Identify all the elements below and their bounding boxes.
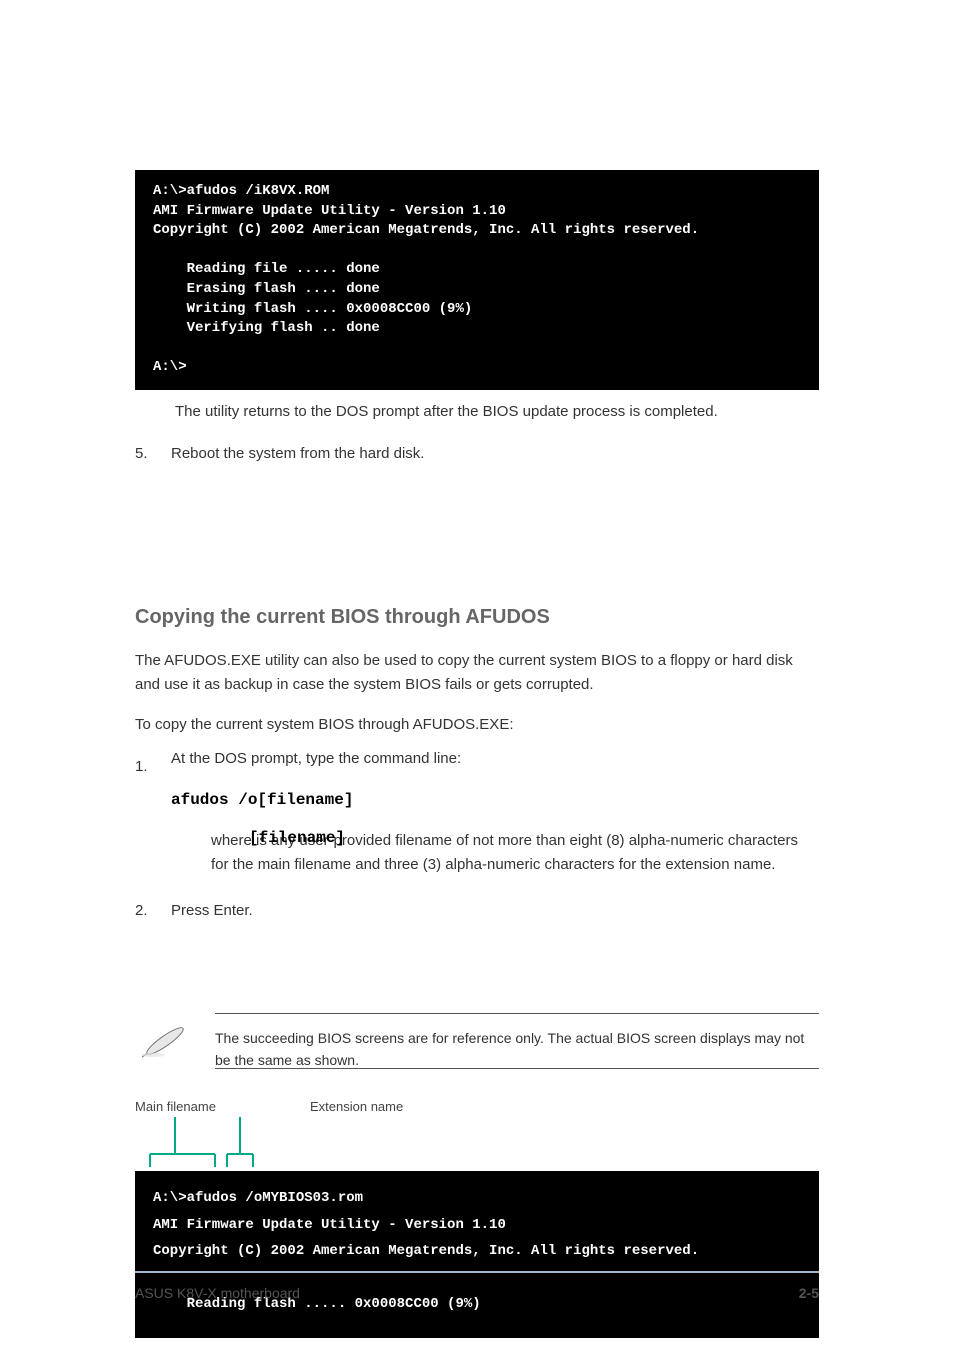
- term1-line5: Erasing flash .... done: [153, 281, 380, 297]
- step-2-number: 2.: [135, 899, 163, 923]
- term1-line1: A:\>afudos /iK8VX.ROM: [153, 183, 329, 199]
- term2-line2: AMI Firmware Update Utility - Version 1.…: [153, 1217, 506, 1233]
- footer-left: ASUS K8V-X motherboard: [135, 1285, 300, 1301]
- term2-line3: Copyright (C) 2002 American Megatrends, …: [153, 1243, 699, 1259]
- copy-intro: To copy the current system BIOS through …: [135, 713, 819, 737]
- terminal-output-1: A:\>afudos /iK8VX.ROM AMI Firmware Updat…: [135, 170, 819, 390]
- footer-page-number: 2-5: [799, 1285, 819, 1301]
- term1-line8: A:\>: [153, 359, 187, 375]
- step-5-number: 5.: [135, 442, 163, 466]
- paragraph-afudos-copy: The AFUDOS.EXE utility can also be used …: [135, 649, 819, 697]
- filename-placeholder: [filename]: [249, 829, 345, 847]
- step-1-text: At the DOS prompt, type the command line…: [171, 750, 461, 767]
- note-text: The succeeding BIOS screens are for refe…: [215, 1021, 819, 1078]
- term1-line7: Verifying flash .. done: [153, 320, 380, 336]
- term1-line6: Writing flash .... 0x0008CC00 (9%): [153, 301, 472, 317]
- afudos-command: afudos /o[filename]: [171, 791, 819, 809]
- page-footer: ASUS K8V-X motherboard 2-5: [135, 1271, 819, 1301]
- term1-line3: Copyright (C) 2002 American Megatrends, …: [153, 222, 699, 238]
- step-5-text: Reboot the system from the hard disk.: [171, 442, 424, 466]
- step-1-number: 1.: [135, 755, 163, 877]
- step-2-text: Press Enter.: [171, 899, 253, 923]
- term1-line4: Reading file ..... done: [153, 261, 380, 277]
- note-box: The succeeding BIOS screens are for refe…: [135, 1013, 819, 1069]
- paragraph-utility-returns: The utility returns to the DOS prompt af…: [175, 400, 819, 424]
- filename-diagram: Main filename Extension name: [135, 1099, 819, 1199]
- section-heading-copying-bios: Copying the current BIOS through AFUDOS: [135, 606, 819, 629]
- term1-line2: AMI Firmware Update Utility - Version 1.…: [153, 203, 506, 219]
- pencil-icon: [135, 1021, 195, 1061]
